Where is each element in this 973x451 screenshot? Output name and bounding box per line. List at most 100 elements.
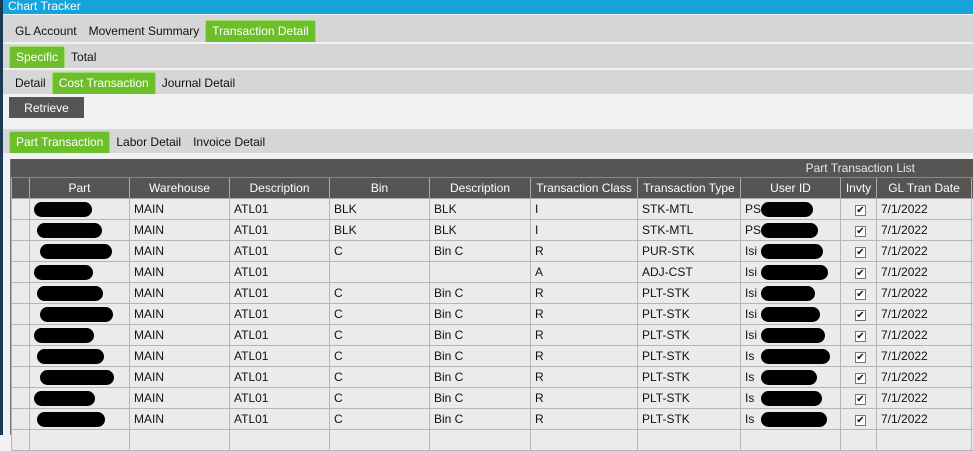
cell-bin: BLK — [330, 198, 430, 219]
cell-text: Bin C — [434, 328, 463, 342]
invty-checkbox[interactable]: ✔ — [855, 289, 866, 300]
redaction-mark — [34, 391, 95, 406]
cell-text: ADJ-CST — [642, 265, 693, 279]
cell-gl-tran-date: 7/1/2022 — [877, 219, 972, 240]
cell-warehouse: MAIN — [130, 408, 230, 429]
invty-checkbox[interactable]: ✔ — [855, 205, 866, 216]
cell-invty[interactable]: ✔ — [841, 366, 877, 387]
tab-part-transaction[interactable]: Part Transaction — [9, 131, 110, 153]
cell-text: A — [535, 265, 543, 279]
cell-transaction-class: R — [531, 282, 638, 303]
tab-journal-detail[interactable]: Journal Detail — [156, 72, 241, 94]
tab-movement-summary[interactable]: Movement Summary — [83, 20, 206, 42]
tab-transaction-detail[interactable]: Transaction Detail — [205, 20, 315, 42]
cell-text: Bin C — [434, 349, 463, 363]
cell-invty[interactable]: ✔ — [841, 240, 877, 261]
invty-checkbox[interactable]: ✔ — [855, 394, 866, 405]
invty-checkbox[interactable]: ✔ — [855, 226, 866, 237]
invty-checkbox[interactable]: ✔ — [855, 415, 866, 426]
cell-text: Bin C — [434, 286, 463, 300]
table-row[interactable]: MAINATL01BLKBLKISTK-MTLPS✔7/1/2022 — [12, 219, 973, 240]
tab-labor-detail[interactable]: Labor Detail — [110, 131, 187, 153]
table-row[interactable]: MAINATL01CBin CRPLT-STKIsi✔7/1/2022 — [12, 324, 973, 345]
row-selector[interactable] — [12, 408, 30, 429]
column-header[interactable]: Transaction Class — [531, 178, 638, 198]
toolbar: Retrieve — [3, 94, 973, 124]
cell-invty[interactable]: ✔ — [841, 282, 877, 303]
tab-cost-transaction[interactable]: Cost Transaction — [52, 72, 156, 94]
tab-total[interactable]: Total — [65, 46, 102, 68]
cell-invty[interactable]: ✔ — [841, 261, 877, 282]
table-row[interactable]: MAINATL01AADJ-CSTIsi✔7/1/2022 — [12, 261, 973, 282]
cell-invty[interactable]: ✔ — [841, 345, 877, 366]
cell-invty[interactable]: ✔ — [841, 408, 877, 429]
table-row[interactable]: MAINATL01CBin CRPLT-STKIs✔7/1/2022 — [12, 408, 973, 429]
cell-invty[interactable]: ✔ — [841, 303, 877, 324]
table-row[interactable]: MAINATL01CBin CRPLT-STKIs✔7/1/2022 — [12, 345, 973, 366]
table-row[interactable]: MAINATL01CBin CRPLT-STKIsi✔7/1/2022 — [12, 282, 973, 303]
table-row[interactable] — [12, 429, 973, 450]
cell-user-id: Is — [741, 366, 841, 387]
column-header[interactable]: Part — [30, 178, 130, 198]
table-row[interactable]: MAINATL01CBin CRPUR-STKIsi✔7/1/2022 — [12, 240, 973, 261]
column-header[interactable]: Transaction Type — [638, 178, 741, 198]
tab-detail[interactable]: Detail — [9, 72, 52, 94]
cell-transaction-class: I — [531, 219, 638, 240]
cell-invty[interactable]: ✔ — [841, 219, 877, 240]
tab-specific[interactable]: Specific — [9, 46, 65, 68]
column-header[interactable]: User ID — [741, 178, 841, 198]
cell-text: ATL01 — [234, 307, 268, 321]
table-row[interactable]: MAINATL01CBin CRPLT-STKIs✔7/1/2022 — [12, 366, 973, 387]
cell-transaction-class: R — [531, 345, 638, 366]
invty-checkbox[interactable]: ✔ — [855, 331, 866, 342]
cell-text: 7/1/2022 — [881, 349, 928, 363]
table-row[interactable]: MAINATL01CBin CRPLT-STKIsi✔7/1/2022 — [12, 303, 973, 324]
invty-checkbox[interactable]: ✔ — [855, 247, 866, 258]
cell-text: R — [535, 286, 544, 300]
table-row[interactable]: MAINATL01BLKBLKISTK-MTLPS✔7/1/2022 — [12, 198, 973, 219]
row-selector-header — [12, 178, 30, 198]
row-selector[interactable] — [12, 219, 30, 240]
column-header[interactable]: Description — [230, 178, 330, 198]
table-row[interactable]: MAINATL01CBin CRPLT-STKIs✔7/1/2022 — [12, 387, 973, 408]
cell-text: C — [334, 349, 343, 363]
row-selector[interactable] — [12, 366, 30, 387]
cell-text: R — [535, 370, 544, 384]
redaction-mark — [761, 412, 827, 427]
cell-user-id: Isi — [741, 303, 841, 324]
invty-checkbox[interactable]: ✔ — [855, 268, 866, 279]
cell-text: I — [535, 202, 538, 216]
cell-gl-tran-date: 7/1/2022 — [877, 261, 972, 282]
cell-gl-tran-date: 7/1/2022 — [877, 387, 972, 408]
row-selector[interactable] — [12, 282, 30, 303]
column-header[interactable]: GL Tran Date — [877, 178, 972, 198]
cell-description: Bin C — [430, 408, 531, 429]
tab-gl-account[interactable]: GL Account — [9, 20, 83, 42]
invty-checkbox[interactable]: ✔ — [855, 352, 866, 363]
column-header[interactable]: Invty — [841, 178, 877, 198]
cell-invty[interactable]: ✔ — [841, 198, 877, 219]
cell — [12, 429, 30, 450]
row-selector[interactable] — [12, 345, 30, 366]
column-header[interactable]: Description — [430, 178, 531, 198]
cell-warehouse: MAIN — [130, 366, 230, 387]
invty-checkbox[interactable]: ✔ — [855, 310, 866, 321]
row-selector[interactable] — [12, 387, 30, 408]
cell-invty[interactable]: ✔ — [841, 387, 877, 408]
cell-invty[interactable]: ✔ — [841, 324, 877, 345]
cell-text: C — [334, 370, 343, 384]
column-header[interactable]: Bin — [330, 178, 430, 198]
column-header[interactable]: Warehouse — [130, 178, 230, 198]
row-selector[interactable] — [12, 240, 30, 261]
row-selector[interactable] — [12, 261, 30, 282]
cell-text: MAIN — [134, 202, 164, 216]
row-selector[interactable] — [12, 198, 30, 219]
cell-transaction-class: R — [531, 324, 638, 345]
invty-checkbox[interactable]: ✔ — [855, 373, 866, 384]
row-selector[interactable] — [12, 303, 30, 324]
redaction-mark — [40, 307, 113, 322]
cell-text: ATL01 — [234, 202, 268, 216]
row-selector[interactable] — [12, 324, 30, 345]
retrieve-button[interactable]: Retrieve — [9, 97, 84, 118]
tab-invoice-detail[interactable]: Invoice Detail — [187, 131, 271, 153]
